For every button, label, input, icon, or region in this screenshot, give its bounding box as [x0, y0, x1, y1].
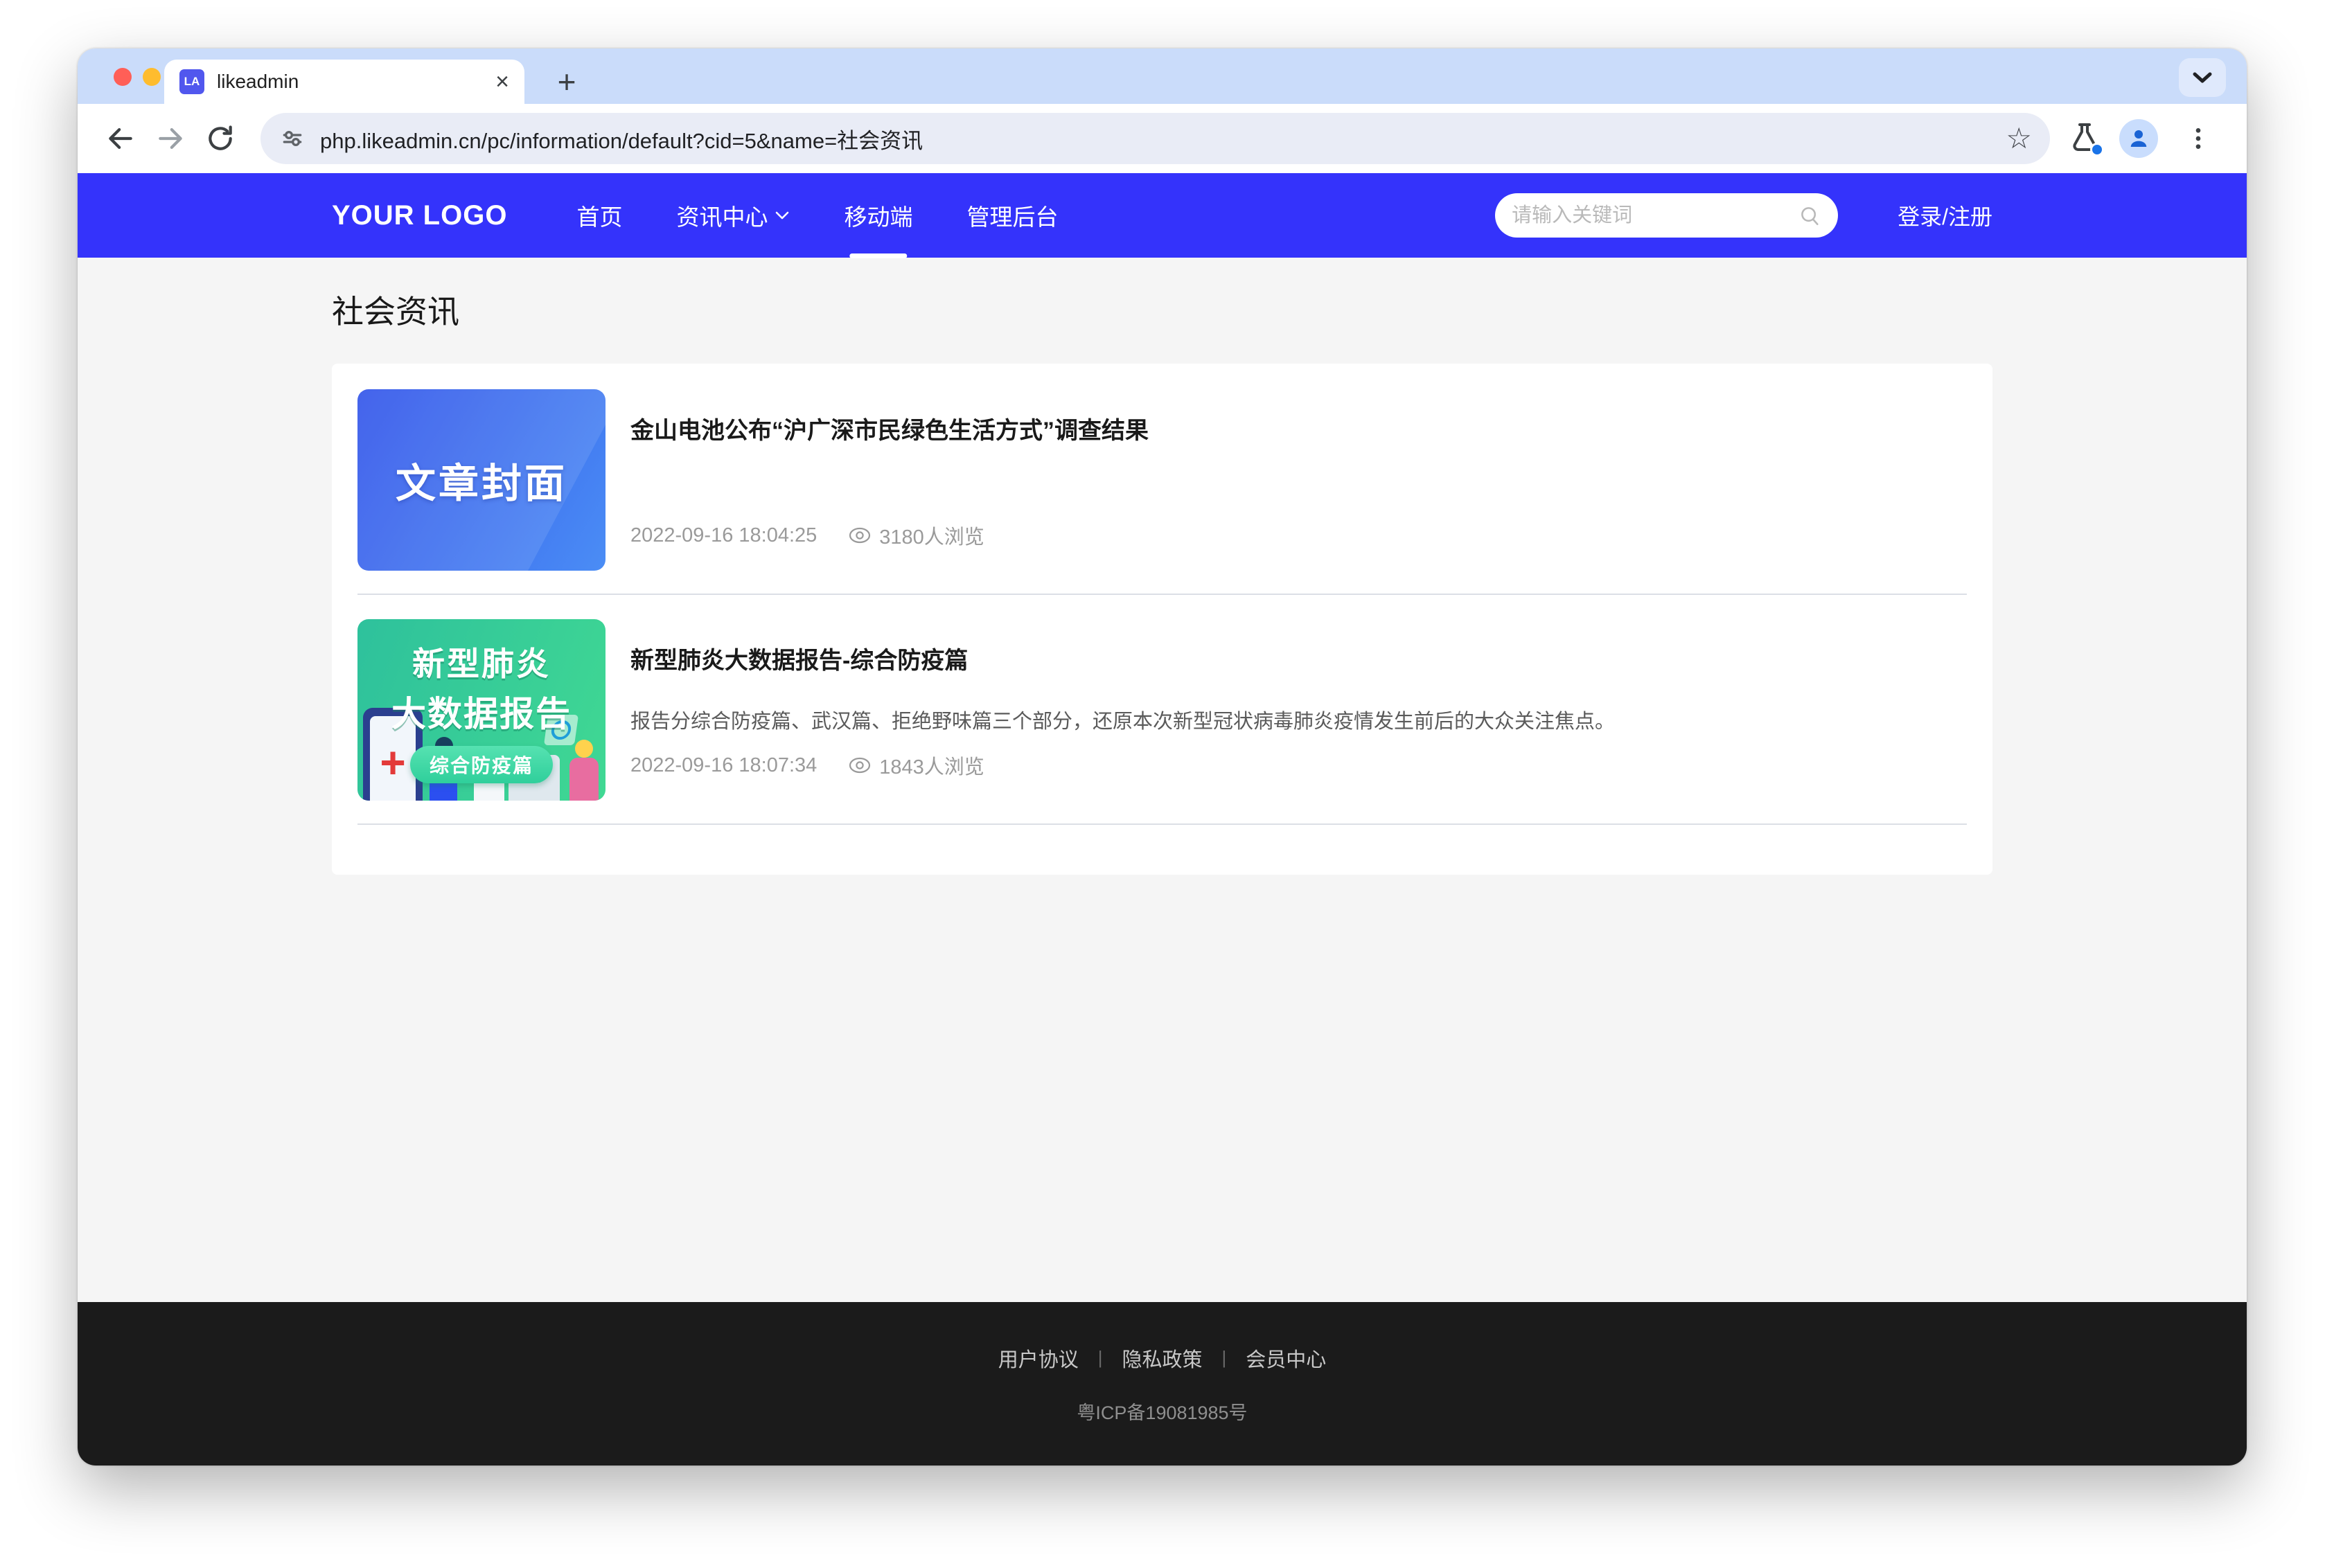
- divider: [357, 823, 1967, 825]
- back-button[interactable]: [98, 116, 143, 161]
- site-logo[interactable]: YOUR LOGO: [332, 200, 507, 231]
- experiments-button[interactable]: [2068, 122, 2101, 155]
- tab-close-icon[interactable]: ×: [495, 70, 509, 93]
- divider: [357, 594, 1967, 595]
- article-date: 2022-09-16 18:07:34: [630, 754, 817, 777]
- article-meta: 2022-09-16 18:04:25 3180人浏览: [630, 521, 1967, 571]
- article-meta: 2022-09-16 18:07:34 1843人浏览: [630, 751, 1967, 801]
- article-thumbnail[interactable]: 文章封面: [357, 389, 605, 571]
- close-window-button[interactable]: [114, 68, 132, 86]
- footer-separator: |: [1222, 1347, 1227, 1369]
- nav-menu: 首页 资讯中心 移动端 管理后台: [574, 189, 1061, 242]
- site-settings-icon[interactable]: [279, 125, 306, 152]
- notification-dot: [2090, 143, 2104, 157]
- profile-avatar[interactable]: [2119, 119, 2158, 158]
- thumbnail-text-line1: 新型肺炎: [412, 637, 551, 685]
- article-thumbnail[interactable]: 新型肺炎 大数据报告 综合防疫篇: [357, 619, 605, 801]
- search-box[interactable]: [1495, 193, 1838, 238]
- thumbnail-text: 文章封面: [396, 451, 567, 509]
- site-navbar: YOUR LOGO 首页 资讯中心 移动端 管理后台: [78, 173, 2247, 258]
- icp-number: 粤ICP备19081985号: [1077, 1398, 1247, 1425]
- tab-search-button[interactable]: [2179, 58, 2226, 97]
- chevron-down-icon: [2192, 71, 2213, 84]
- person-illustration: [569, 758, 599, 801]
- page-title: 社会资讯: [332, 287, 1992, 332]
- footer-links: 用户协议 | 隐私政策 | 会员中心: [998, 1344, 1327, 1373]
- forward-icon: [155, 123, 186, 154]
- chevron-down-icon: [775, 211, 790, 220]
- article-views: 3180人浏览: [847, 521, 984, 550]
- new-tab-button[interactable]: +: [549, 64, 585, 100]
- nav-item-admin[interactable]: 管理后台: [964, 189, 1061, 242]
- article-title[interactable]: 金山电池公布“沪广深市民绿色生活方式”调查结果: [630, 411, 1967, 445]
- tab-strip: LA likeadmin × +: [78, 48, 2247, 104]
- kebab-menu-icon: [2184, 125, 2212, 152]
- thumbnail-badge: 综合防疫篇: [410, 746, 553, 783]
- article-date: 2022-09-16 18:04:25: [630, 524, 817, 547]
- main-content: 社会资讯 文章封面 金山电池公布“沪广深市民绿色生活方式”调查结果 2022-0…: [78, 258, 2247, 1302]
- article-title[interactable]: 新型肺炎大数据报告-综合防疫篇: [630, 641, 1967, 675]
- eye-icon: [847, 756, 872, 775]
- site-favicon: LA: [179, 69, 204, 94]
- login-register-link[interactable]: 登录/注册: [1898, 199, 1992, 231]
- article-list-card: 文章封面 金山电池公布“沪广深市民绿色生活方式”调查结果 2022-09-16 …: [332, 364, 1992, 875]
- footer-link-privacy-policy[interactable]: 隐私政策: [1122, 1344, 1202, 1373]
- menu-button[interactable]: [2176, 116, 2220, 161]
- site-footer: 用户协议 | 隐私政策 | 会员中心 粤ICP备19081985号: [78, 1302, 2247, 1465]
- footer-link-user-agreement[interactable]: 用户协议: [998, 1344, 1079, 1373]
- nav-item-home[interactable]: 首页: [574, 189, 625, 242]
- article-item[interactable]: 新型肺炎 大数据报告 综合防疫篇 新型肺炎大数据报告-综合防疫篇 报告分综合防疫…: [357, 619, 1967, 801]
- forward-button[interactable]: [148, 116, 193, 161]
- footer-separator: |: [1098, 1347, 1103, 1369]
- person-icon: [2126, 126, 2151, 151]
- footer-link-member-center[interactable]: 会员中心: [1246, 1344, 1326, 1373]
- article-item[interactable]: 文章封面 金山电池公布“沪广深市民绿色生活方式”调查结果 2022-09-16 …: [357, 389, 1967, 571]
- article-description: 报告分综合防疫篇、武汉篇、拒绝野味篇三个部分，还原本次新型冠状病毒肺炎疫情发生前…: [630, 707, 1967, 738]
- thumbnail-text-line2: 大数据报告: [391, 686, 572, 736]
- reload-icon: [205, 123, 236, 154]
- toolbar-right: [2068, 116, 2226, 161]
- bookmark-star-icon[interactable]: ☆: [2006, 124, 2032, 153]
- eye-icon: [847, 526, 872, 545]
- nav-item-news-center[interactable]: 资讯中心: [673, 189, 793, 242]
- search-input[interactable]: [1512, 204, 1798, 227]
- back-icon: [105, 123, 136, 154]
- reload-button[interactable]: [198, 116, 242, 161]
- browser-tab[interactable]: LA likeadmin ×: [164, 60, 524, 104]
- browser-toolbar: php.likeadmin.cn/pc/information/default?…: [78, 104, 2247, 173]
- search-icon[interactable]: [1798, 204, 1821, 227]
- address-bar[interactable]: php.likeadmin.cn/pc/information/default?…: [260, 113, 2050, 164]
- nav-item-mobile[interactable]: 移动端: [841, 189, 915, 242]
- url-text[interactable]: php.likeadmin.cn/pc/information/default?…: [320, 123, 1992, 154]
- tab-title: likeadmin: [217, 71, 483, 93]
- browser-window: LA likeadmin × +: [78, 48, 2247, 1465]
- article-views: 1843人浏览: [847, 751, 984, 780]
- minimize-window-button[interactable]: [143, 68, 161, 86]
